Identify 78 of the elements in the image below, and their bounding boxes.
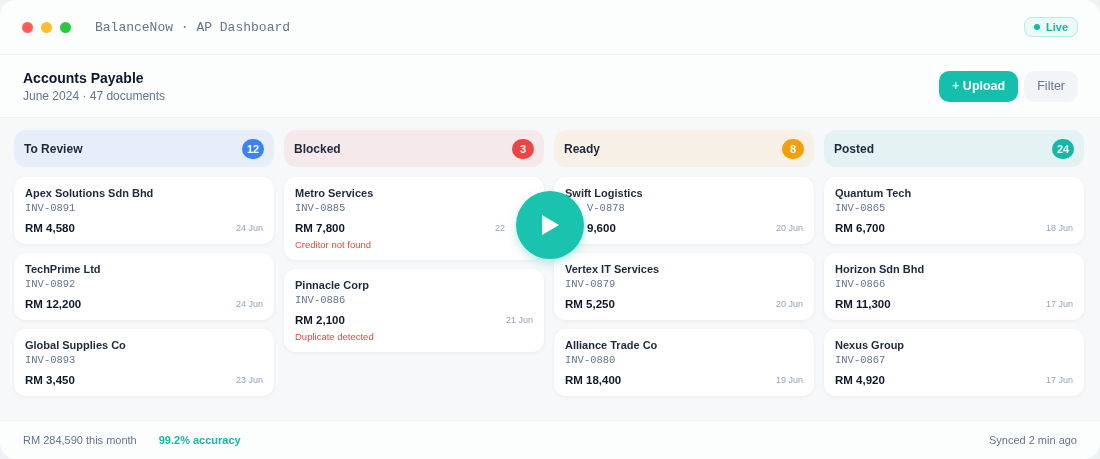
- sync-status: Synced 2 min ago: [988, 434, 1077, 446]
- vendor-name: Quantum Tech: [835, 187, 913, 199]
- invoice-date: 20 Jun: [775, 223, 803, 233]
- invoice-number: INV-0880: [565, 354, 617, 366]
- invoice-number: INV-0866: [835, 278, 887, 290]
- invoice-number: INV-0886: [295, 294, 347, 306]
- count-badge: 24: [1052, 138, 1074, 159]
- count-badge: 8: [782, 138, 804, 159]
- invoice-card[interactable]: Alliance Trade Co INV-0880 RM 18,400 19 Jun: [554, 329, 814, 396]
- invoice-amount: RM 4,920: [835, 374, 885, 386]
- invoice-card[interactable]: Quantum Tech INV-0865 RM 6,700 18 Jun: [824, 177, 1084, 244]
- vendor-name: Global Supplies Co: [25, 339, 127, 351]
- invoice-number: INV-0891: [25, 202, 77, 214]
- invoice-date: 17 Jun: [1045, 375, 1073, 385]
- invoice-date: 17 Jun: [1045, 299, 1073, 309]
- invoice-amount: RM 5,250: [565, 298, 615, 310]
- column-title: Blocked: [294, 141, 341, 156]
- invoice-amount: RM 4,580: [25, 222, 75, 234]
- invoice-card[interactable]: Pinnacle Corp INV-0886 RM 2,100 21 Jun Duplicate detected: [284, 269, 544, 352]
- invoice-number: INV-0885: [295, 202, 347, 214]
- invoice-card[interactable]: Vertex IT Services INV-0879 RM 5,250 20 Jun: [554, 253, 814, 320]
- invoice-card[interactable]: Swift Logistics V-0878 9,600 20 Jun: [554, 177, 814, 244]
- vendor-name: Nexus Group: [835, 339, 906, 351]
- invoice-card[interactable]: Apex Solutions Sdn Bhd INV-0891 RM 4,580 24 Jun: [14, 177, 274, 244]
- status-dot: [1034, 24, 1040, 30]
- vendor-name: Alliance Trade Co: [565, 339, 659, 351]
- close-dot[interactable]: [22, 21, 33, 33]
- maximize-dot[interactable]: [60, 21, 71, 33]
- invoice-amount: RM 7,800: [295, 222, 345, 234]
- invoice-amount: 9,600: [587, 222, 616, 234]
- invoice-date: 23 Jun: [235, 375, 263, 385]
- invoice-number: INV-0867: [835, 354, 887, 366]
- invoice-card[interactable]: TechPrime Ltd INV-0892 RM 12,200 24 Jun: [14, 253, 274, 320]
- invoice-amount: RM 2,100: [295, 314, 345, 326]
- page-subtitle: June 2024 · 47 documents: [23, 88, 167, 103]
- invoice-amount: RM 18,400: [565, 374, 622, 386]
- filter-button[interactable]: Filter: [1024, 70, 1078, 102]
- issue-text: Creditor not found: [295, 239, 373, 250]
- count-badge: 3: [512, 138, 534, 159]
- count-badge: 12: [242, 138, 264, 159]
- column-title: Ready: [564, 141, 601, 156]
- invoice-amount: RM 11,300: [835, 298, 891, 310]
- invoice-date: 21 Jun: [505, 315, 533, 325]
- invoice-card[interactable]: Horizon Sdn Bhd INV-0866 RM 11,300 17 Jun: [824, 253, 1084, 320]
- live-label: Live: [1046, 21, 1068, 33]
- invoice-date: 24 Jun: [235, 299, 263, 309]
- vendor-name: Vertex IT Services: [565, 263, 661, 275]
- play-icon: [539, 213, 561, 237]
- invoice-amount: RM 6,700: [835, 222, 885, 234]
- vendor-name: Swift Logistics: [565, 187, 644, 199]
- invoice-date: 20 Jun: [775, 299, 803, 309]
- invoice-card[interactable]: Metro Services INV-0885 RM 7,800 22 Creditor not found: [284, 177, 544, 260]
- column-title: Posted: [834, 141, 874, 156]
- vendor-name: TechPrime Ltd: [25, 263, 102, 275]
- invoice-date: 24 Jun: [235, 223, 263, 233]
- invoice-card[interactable]: Nexus Group INV-0867 RM 4,920 17 Jun: [824, 329, 1084, 396]
- issue-text: Duplicate detected: [295, 331, 375, 342]
- accuracy-text: 99.2% accuracy: [158, 434, 241, 446]
- vendor-name: Pinnacle Corp: [295, 279, 370, 291]
- invoice-number: INV-0879: [565, 278, 617, 290]
- invoice-amount: RM 12,200: [25, 298, 82, 310]
- invoice-date: 18 Jun: [1045, 223, 1073, 233]
- window-title: BalanceNow · AP Dashboard: [95, 19, 292, 35]
- invoice-date: 22: [495, 223, 505, 233]
- invoice-number: V-0878: [586, 202, 626, 214]
- invoice-amount: RM 3,450: [25, 374, 75, 386]
- vendor-name: Horizon Sdn Bhd: [835, 263, 926, 275]
- monthly-total: RM 284,590 this month: [23, 434, 137, 446]
- invoice-card[interactable]: Global Supplies Co INV-0893 RM 3,450 23 Jun: [14, 329, 274, 396]
- invoice-number: INV-0865: [835, 202, 887, 214]
- vendor-name: Apex Solutions Sdn Bhd: [25, 187, 155, 199]
- page-title: Accounts Payable: [23, 69, 145, 86]
- invoice-date: 19 Jun: [775, 375, 803, 385]
- vendor-name: Metro Services: [295, 187, 375, 199]
- invoice-number: INV-0892: [25, 278, 77, 290]
- column-title: To Review: [24, 141, 83, 156]
- invoice-number: INV-0893: [25, 354, 77, 366]
- minimize-dot[interactable]: [41, 21, 52, 33]
